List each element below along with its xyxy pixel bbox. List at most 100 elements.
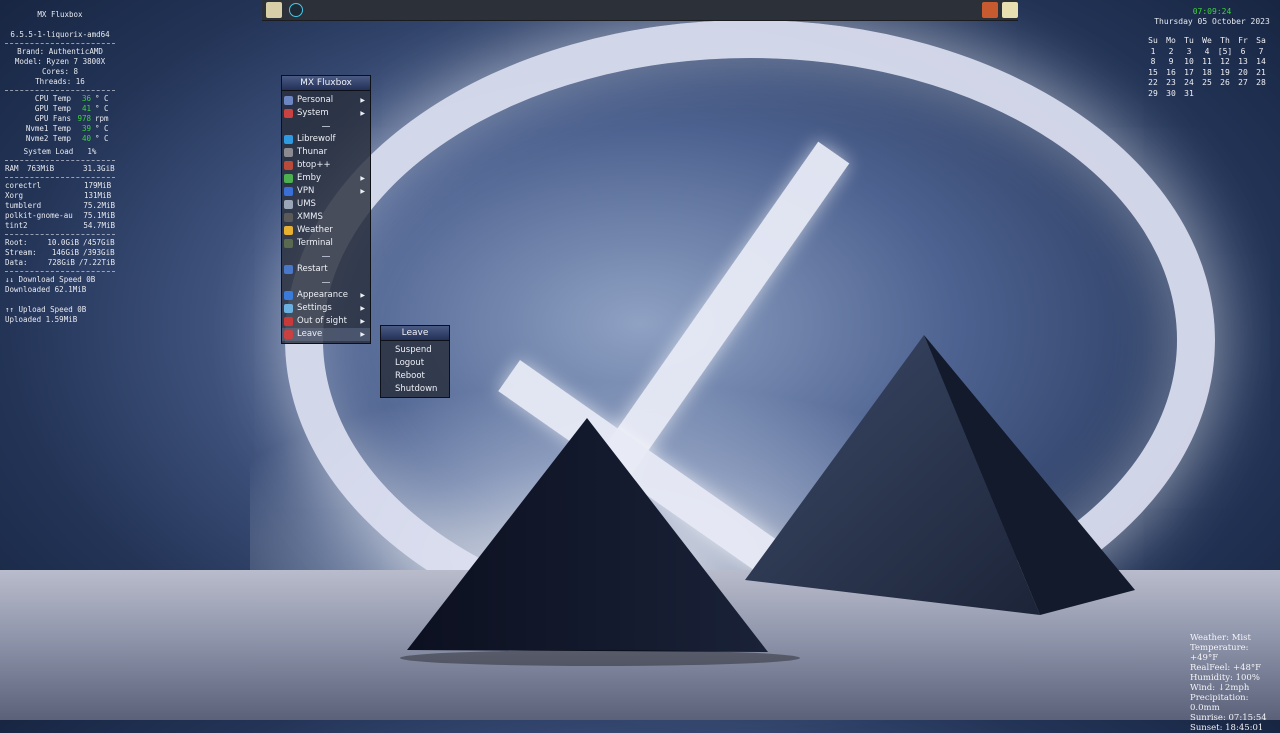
menu-item-librewolf[interactable]: Librewolf: [282, 133, 370, 146]
menu-item-appearance[interactable]: Appearance ▶: [282, 289, 370, 302]
menu-item-label: btop++: [297, 160, 331, 170]
leave-icon: [284, 330, 293, 339]
temp-row: Nvme1 Temp 39 ° C: [5, 124, 115, 134]
menu-item-label: Weather: [297, 225, 333, 235]
system-monitor: MX Fluxbox 6.5.5-1-liquorix-amd64 Brand:…: [5, 10, 115, 325]
process-name: corectrl: [5, 181, 42, 190]
process-mem: 131MiB: [84, 191, 112, 200]
menu-item-settings[interactable]: Settings ▶: [282, 302, 370, 315]
calendar-day: 25: [1202, 78, 1212, 87]
menu-item-leave[interactable]: Leave ▶: [282, 328, 370, 341]
calendar-day: 28: [1256, 78, 1266, 87]
app-launcher-icon[interactable]: [289, 3, 303, 17]
root-menu: MX Fluxbox Personal ▶ System ▶ Librewolf Thun…: [281, 75, 371, 344]
menu-item-emby[interactable]: Emby ▶: [282, 172, 370, 185]
calendar-day: [1216, 89, 1234, 100]
divider: [5, 271, 115, 272]
calendar-day: 17: [1184, 67, 1194, 77]
menu-item-label: Restart: [297, 264, 328, 274]
cpu-cores: Cores: 8: [41, 67, 79, 76]
calendar-day: 22: [1148, 78, 1158, 87]
calendar-day: 12: [1220, 57, 1230, 66]
calendar-day: 26: [1220, 78, 1230, 87]
calendar-week: 29 30 31: [1144, 89, 1270, 100]
menu-item-system[interactable]: System ▶: [282, 107, 370, 120]
submenu-arrow-icon: ▶: [360, 305, 365, 312]
calendar-day: 19: [1220, 67, 1230, 77]
system-load: System Load 1%: [23, 147, 97, 156]
temp-value: 978: [77, 114, 91, 123]
leave-submenu: Leave Suspend Logout Reboot Shutdown: [380, 325, 450, 398]
process-mem: 54.7MiB: [83, 221, 115, 230]
calendar-weekday: Th: [1220, 36, 1230, 45]
leave-submenu-title: Leave: [381, 326, 449, 341]
menu-item-out-of-sight[interactable]: Out of sight ▶: [282, 315, 370, 328]
menu-item-ums[interactable]: UMS: [282, 198, 370, 211]
clock-date: Thursday 05 October 2023: [1154, 17, 1270, 26]
process-mem: 75.2MiB: [83, 201, 115, 210]
calendar-weekday: We: [1202, 36, 1212, 45]
mixer-icon[interactable]: [982, 2, 998, 18]
menu-separator: [322, 282, 330, 283]
calendar-day: 16: [1166, 67, 1176, 77]
disk-name: Root:: [5, 238, 28, 247]
menu-item-personal[interactable]: Personal ▶: [282, 94, 370, 107]
divider: [5, 177, 115, 178]
calendar-day: 20: [1238, 67, 1248, 77]
notes-icon[interactable]: [1002, 2, 1018, 18]
menu-item-restart[interactable]: Restart: [282, 263, 370, 276]
system-icon: [284, 109, 293, 118]
menu-item-vpn[interactable]: VPN ▶: [282, 185, 370, 198]
menu-item-label: XMMS: [297, 212, 323, 222]
temp-row: GPU Temp 41 ° C: [5, 104, 115, 114]
calendar-day: [1234, 89, 1252, 100]
menu-item-btop[interactable]: btop++: [282, 159, 370, 172]
disk-name: Data:: [5, 258, 28, 267]
downloaded: Downloaded 62.1MiB: [5, 285, 87, 294]
calendar-weekday: Sa: [1256, 36, 1266, 45]
root-menu-title: MX Fluxbox: [282, 76, 370, 91]
weather-line: Humidity: 100%: [1190, 673, 1260, 683]
menu-item-xmms[interactable]: XMMS: [282, 211, 370, 224]
temp-label: GPU Temp: [34, 104, 71, 113]
leave-item-shutdown[interactable]: Shutdown: [381, 383, 449, 396]
menu-item-terminal[interactable]: Terminal: [282, 237, 370, 250]
disk-list: Root: 10.0GiB/457GiB Stream: 146GiB/393GiB D…: [5, 238, 115, 268]
cpu-model: Model: Ryzen 7 3800X: [14, 57, 106, 66]
temp-unit: ° C: [95, 104, 109, 113]
menu-item-thunar[interactable]: Thunar: [282, 146, 370, 159]
calendar-day: 31: [1184, 88, 1194, 98]
menu-item-label: System: [297, 108, 329, 118]
process-row: tumblerd 75.2MiB: [5, 201, 115, 211]
menu-item-label: Librewolf: [297, 134, 336, 144]
menu-item-label: Out of sight: [297, 316, 347, 326]
emby-icon: [284, 174, 293, 183]
disk-used: 146GiB: [51, 248, 79, 257]
weather-line: Sunrise: 07:15:54: [1190, 713, 1267, 723]
calendar-day: 3: [1186, 46, 1192, 56]
temp-row: GPU Fans 978 rpm: [5, 114, 115, 124]
btop-icon: [284, 161, 293, 170]
leave-item-reboot[interactable]: Reboot: [381, 370, 449, 383]
disk-row: Root: 10.0GiB/457GiB: [5, 238, 115, 248]
penguin-launcher-icon[interactable]: [266, 2, 282, 18]
temp-row: CPU Temp 36 ° C: [5, 94, 115, 104]
calendar-week: 8 9 10 11 12 13 14: [1144, 57, 1270, 68]
toolbar: [262, 0, 1018, 21]
leave-item-suspend[interactable]: Suspend: [381, 344, 449, 357]
process-name: polkit-gnome-au: [5, 211, 73, 220]
calendar-weekday: Su: [1148, 36, 1158, 45]
leave-item-logout[interactable]: Logout: [381, 357, 449, 370]
cpu-threads: Threads: 16: [35, 77, 85, 86]
weather-panel: Weather: Mist Temperature: +49°F RealFeel:…: [1190, 633, 1278, 733]
submenu-arrow-icon: ▶: [360, 97, 365, 104]
disk-row: Stream: 146GiB/393GiB: [5, 248, 115, 258]
weather-line: Precipitation: 0.0mm: [1190, 693, 1249, 713]
menu-item-weather[interactable]: Weather: [282, 224, 370, 237]
menu-separator: [322, 256, 330, 257]
menu-item-label: Leave: [297, 329, 323, 339]
menu-item-label: Appearance: [297, 290, 349, 300]
menu-item-label: Terminal: [297, 238, 333, 248]
temp-unit: rpm: [95, 114, 109, 123]
temp-unit: ° C: [95, 124, 109, 133]
